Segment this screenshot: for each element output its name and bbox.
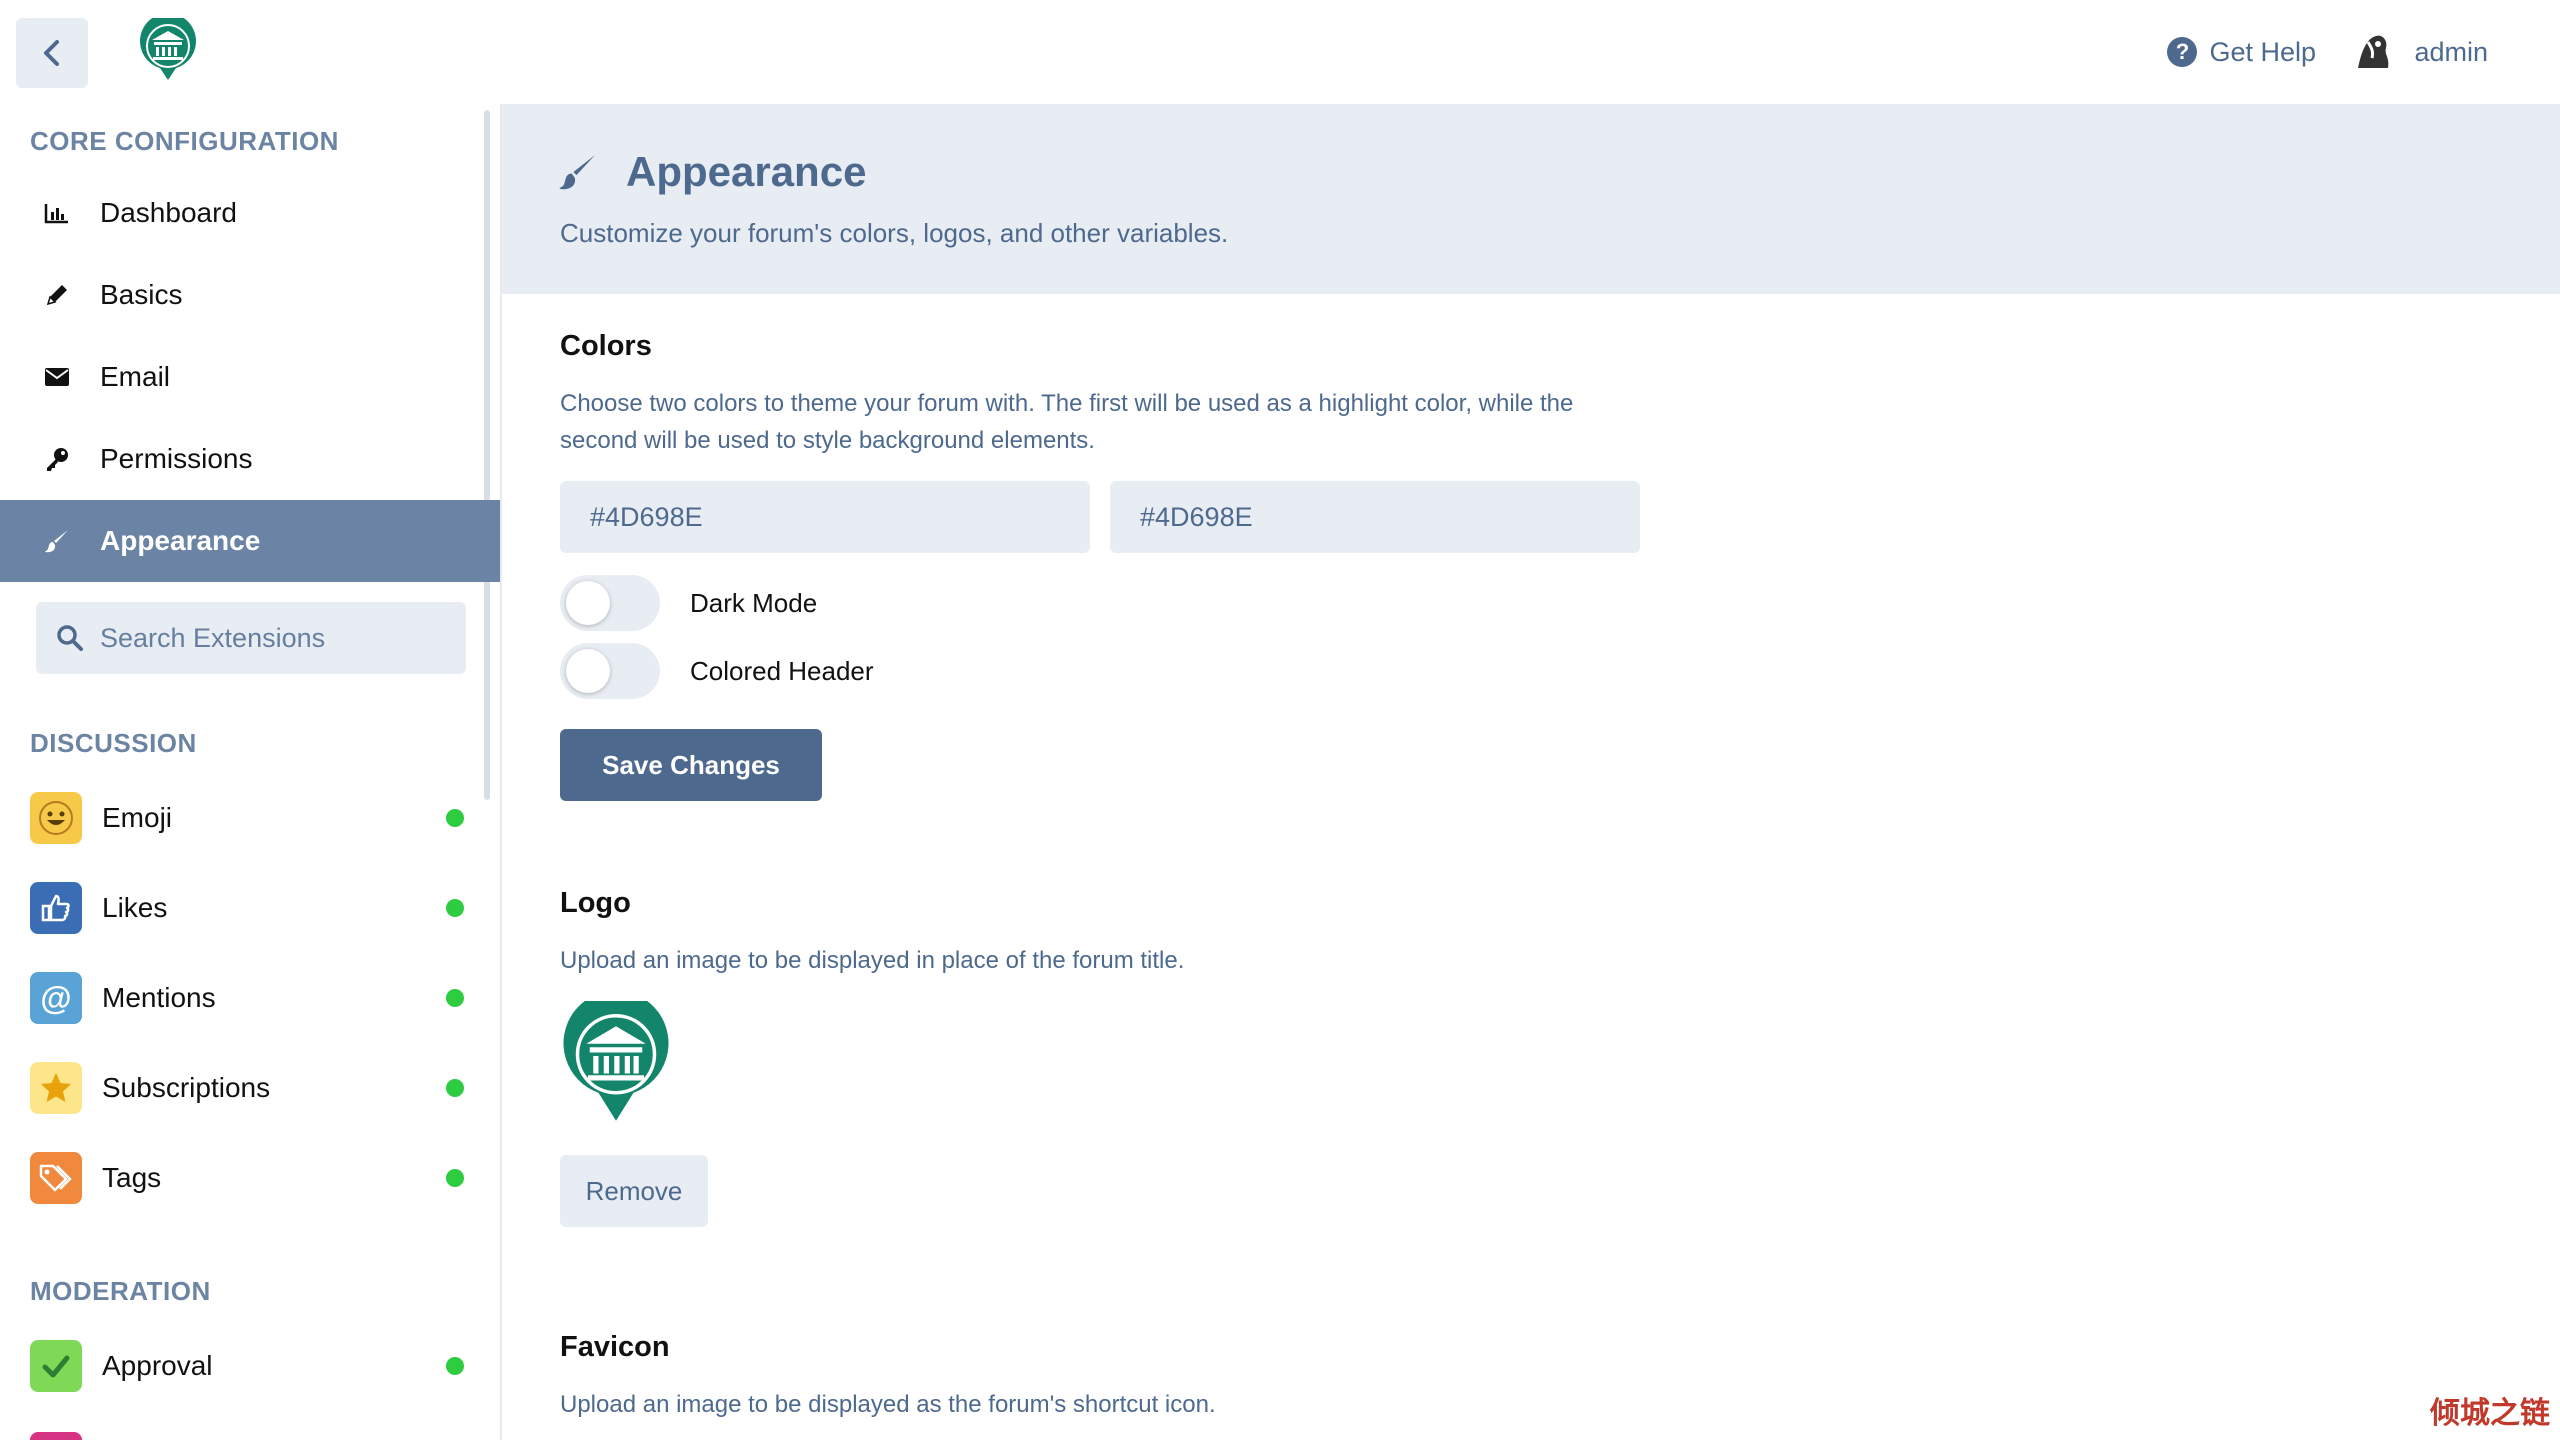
sidebar-item-tags[interactable]: Tags	[0, 1138, 500, 1218]
dark-mode-label: Dark Mode	[690, 587, 818, 618]
forum-logo-icon[interactable]	[136, 18, 200, 82]
sidebar-item-appearance[interactable]: Appearance	[0, 500, 500, 582]
logo-title: Logo	[560, 887, 631, 919]
envelope-icon	[40, 367, 74, 387]
sidebar-item-label: Dashboard	[100, 197, 237, 228]
sidebar-item-email[interactable]: Email	[0, 336, 500, 418]
chevron-left-icon	[44, 40, 59, 66]
at-icon: @	[30, 972, 82, 1024]
sidebar-item-label: Email	[100, 361, 171, 392]
username: admin	[2414, 36, 2488, 67]
dark-mode-toggle[interactable]	[560, 575, 660, 631]
appearance-settings: Colors Choose two colors to theme your f…	[560, 330, 1660, 1423]
logo-section: Logo Upload an image to be displayed in …	[560, 887, 1660, 1227]
page-title: Appearance	[558, 148, 866, 196]
get-help-link[interactable]: ? Get Help	[2167, 34, 2316, 70]
moderation-title: MODERATION	[30, 1276, 211, 1306]
tags-icon	[30, 1152, 82, 1204]
color-inputs: #4D698E #4D698E	[560, 481, 1660, 553]
secondary-color-input[interactable]: #4D698E	[1110, 481, 1640, 553]
emoji-icon	[30, 792, 82, 844]
search-input[interactable]	[100, 622, 440, 654]
remove-logo-button[interactable]: Remove	[560, 1155, 708, 1227]
next-extension-icon	[30, 1432, 82, 1440]
thumbs-up-icon	[30, 882, 82, 934]
sidebar-item-emoji[interactable]: Emoji	[0, 778, 500, 858]
toggle-knob	[566, 581, 610, 625]
discussion-title: DISCUSSION	[30, 728, 197, 758]
get-help-label: Get Help	[2209, 36, 2316, 67]
enabled-status-dot	[446, 899, 464, 917]
sidebar-item-label: Likes	[102, 892, 168, 923]
sidebar-item-label: Basics	[100, 279, 183, 310]
sidebar-item-likes[interactable]: Likes	[0, 868, 500, 948]
enabled-status-dot	[446, 809, 464, 827]
favicon-description: Upload an image to be displayed as the f…	[560, 1391, 1216, 1418]
sidebar-item-permissions[interactable]: Permissions	[0, 418, 500, 500]
sidebar-item-label: Mentions	[102, 982, 216, 1013]
check-icon	[30, 1340, 82, 1392]
enabled-status-dot	[446, 1169, 464, 1187]
core-configuration-title: CORE CONFIGURATION	[30, 126, 339, 156]
page-hero: Appearance Customize your forum's colors…	[502, 104, 2560, 294]
colors-section: Colors Choose two colors to theme your f…	[560, 330, 1660, 801]
favicon-title: Favicon	[560, 1331, 670, 1363]
logo-description: Upload an image to be displayed in place…	[560, 947, 1185, 974]
avatar	[2350, 28, 2399, 76]
sidebar-item-label: Permissions	[100, 443, 253, 474]
toggle-knob	[566, 649, 610, 693]
paintbrush-icon	[40, 528, 74, 554]
enabled-status-dot	[446, 1357, 464, 1375]
logo-preview-icon	[563, 1001, 669, 1121]
favicon-section: Favicon Upload an image to be displayed …	[560, 1331, 1660, 1423]
sidebar-item-label: Approval	[102, 1350, 213, 1381]
search-icon	[57, 625, 83, 651]
sidebar-item-label: Emoji	[102, 802, 173, 833]
sidebar-item-mentions[interactable]: @ Mentions	[0, 958, 500, 1038]
search-extensions[interactable]	[36, 602, 466, 674]
colored-header-row: Colored Header	[560, 643, 1660, 699]
question-circle-icon: ?	[2167, 37, 2198, 67]
colors-description: Choose two colors to theme your forum wi…	[560, 390, 1574, 454]
sidebar-item-label: Appearance	[100, 525, 261, 556]
key-icon	[40, 446, 74, 472]
admin-page: ? Get Help admin CORE CONFIGURATION Dash…	[0, 0, 2560, 1440]
sidebar-divider	[500, 104, 502, 1440]
sidebar-item-label: Subscriptions	[102, 1072, 271, 1103]
user-menu[interactable]: admin	[2350, 26, 2488, 78]
sidebar: CORE CONFIGURATION Dashboard Basics Emai…	[0, 104, 500, 1440]
top-bar: ? Get Help admin	[0, 0, 2560, 104]
sidebar-item-dashboard[interactable]: Dashboard	[0, 172, 500, 254]
save-changes-button[interactable]: Save Changes	[560, 729, 822, 801]
pencil-icon	[40, 282, 74, 308]
watermark-text: 倾城之链	[2430, 1397, 2550, 1430]
primary-color-input[interactable]: #4D698E	[560, 481, 1090, 553]
enabled-status-dot	[446, 989, 464, 1007]
page-subtitle: Customize your forum's colors, logos, an…	[560, 218, 1229, 248]
page-title-text: Appearance	[626, 148, 867, 195]
sidebar-item-label: Tags	[102, 1162, 162, 1193]
star-icon	[30, 1062, 82, 1114]
colored-header-label: Colored Header	[690, 655, 874, 686]
colored-header-toggle[interactable]	[560, 643, 660, 699]
sidebar-item-approval[interactable]: Approval	[0, 1326, 500, 1406]
paintbrush-icon	[559, 155, 595, 190]
sidebar-item-basics[interactable]: Basics	[0, 254, 500, 336]
enabled-status-dot	[446, 1079, 464, 1097]
colors-title: Colors	[560, 330, 652, 362]
back-button[interactable]	[16, 18, 88, 88]
sidebar-item-subscriptions[interactable]: Subscriptions	[0, 1048, 500, 1128]
chart-icon	[40, 202, 74, 224]
dark-mode-row: Dark Mode	[560, 575, 1660, 631]
